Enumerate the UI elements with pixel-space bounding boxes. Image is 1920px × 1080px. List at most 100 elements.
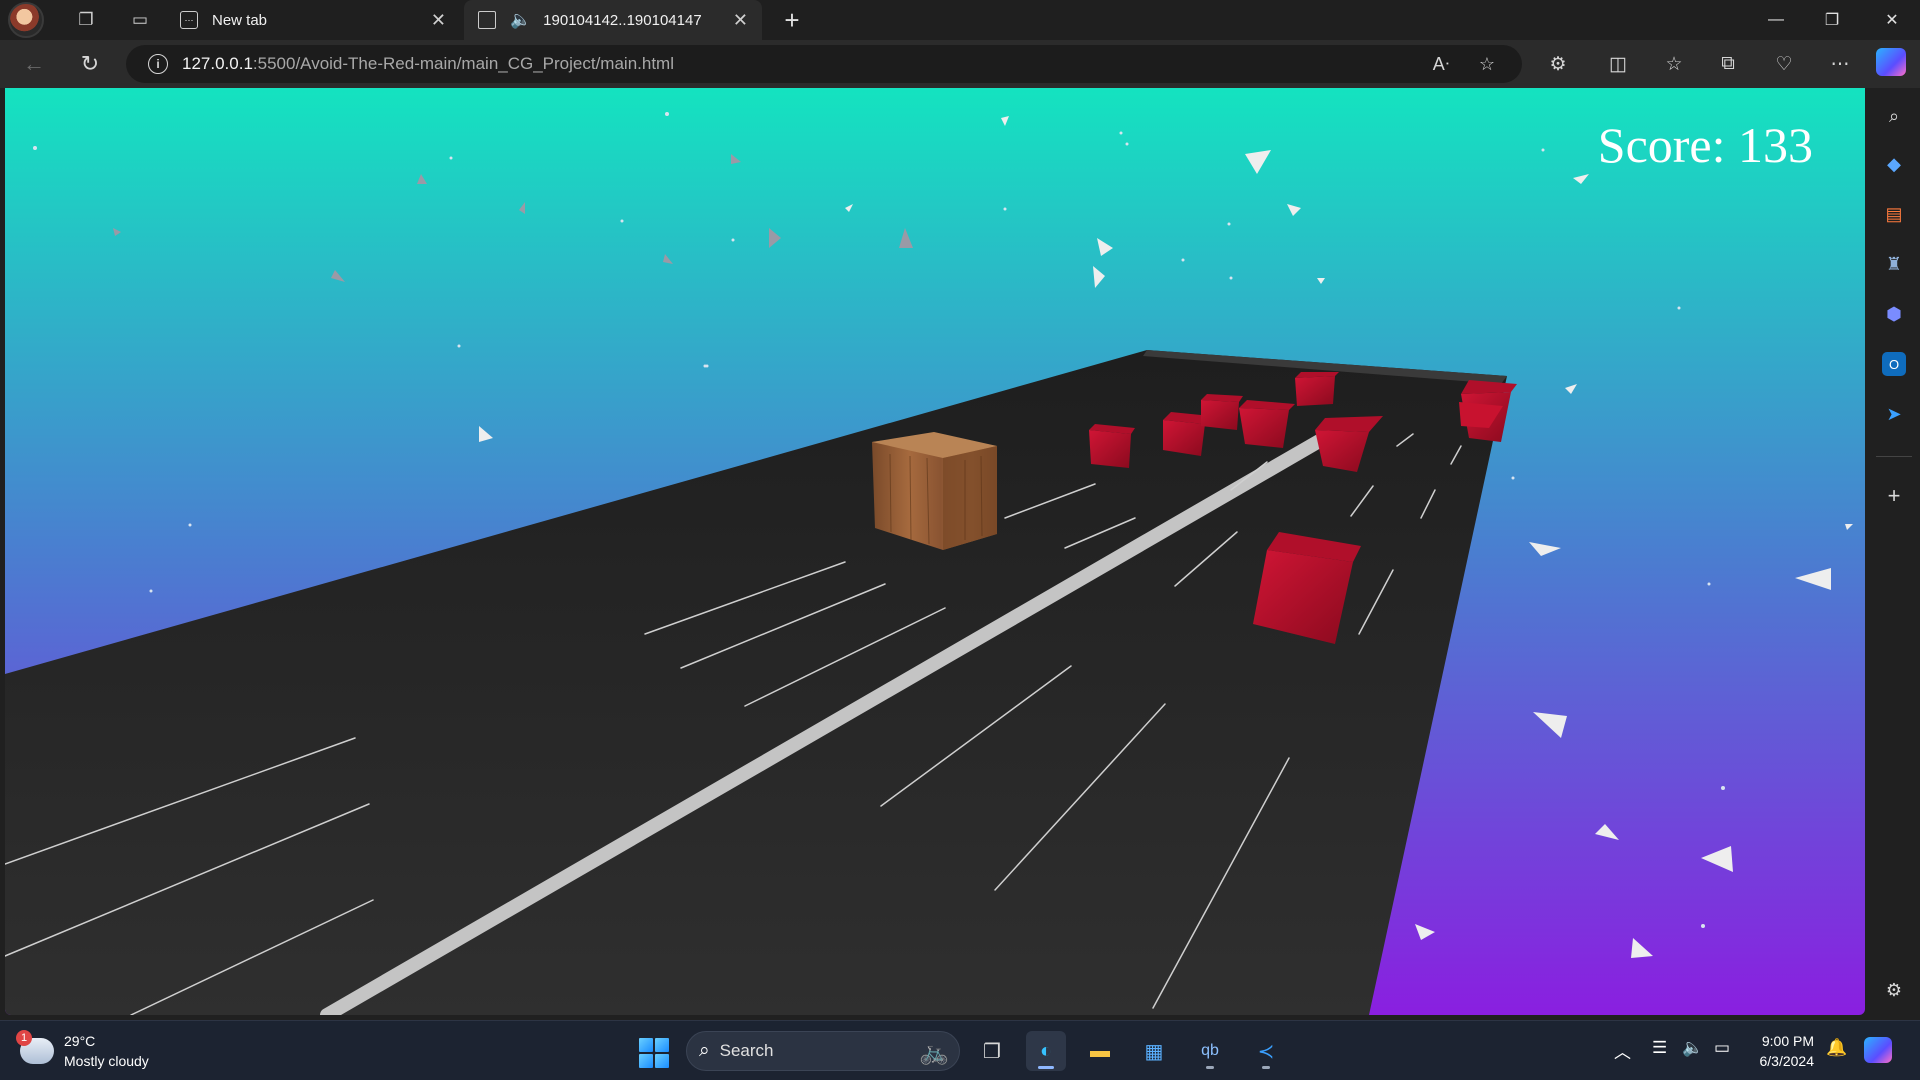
particle [1721,786,1725,790]
particle [449,156,453,160]
weather-temp: 29°C [64,1033,96,1049]
vscode-icon[interactable]: ≺ [1246,1031,1286,1071]
extensions-icon[interactable]: ⚙ [1540,48,1576,80]
split-screen-icon[interactable]: ◫ [1600,48,1636,80]
favorite-star-icon[interactable]: ☆ [1472,50,1502,78]
tag-icon[interactable]: ◆ [1882,152,1906,176]
back-button[interactable]: ← [16,48,52,80]
weather-widget[interactable]: 1 29°C Mostly cloudy [16,1030,149,1071]
particle [1229,276,1233,280]
more-menu-icon[interactable]: ⋯ [1822,48,1858,80]
particle [188,523,192,527]
bicycle-icon: 🚲 [919,1039,949,1066]
battery-icon[interactable]: ▭ [1714,1038,1730,1058]
copilot-icon[interactable] [1876,48,1906,76]
read-aloud-icon[interactable]: A͏ᐧ [1426,50,1456,78]
chess-icon[interactable]: ♜ [1882,252,1906,276]
favorites-icon[interactable]: ☆ [1656,48,1692,80]
new-tab-page-icon: ⋯ [180,11,198,29]
red-cube [1295,372,1339,406]
windows-logo-tile [655,1038,669,1052]
address-bar[interactable]: i 127.0.0.1:5500/Avoid-The-Red-main/main… [126,45,1522,83]
collections-icon[interactable]: ⧉ [1710,48,1746,80]
particle [457,344,461,348]
particle [1003,207,1007,211]
notification-badge: 1 [16,1030,32,1046]
particle [149,589,153,593]
send-icon[interactable]: ➤ [1882,402,1906,426]
minimize-button[interactable]: — [1748,0,1804,40]
close-tab-icon[interactable]: ✕ [733,10,748,31]
particle [1707,582,1711,586]
tab-game[interactable]: 🔈 190104142..190104147 ✕ [464,0,762,40]
microsoft-store-icon[interactable]: ▦ [1134,1031,1174,1071]
sidebar-divider [1876,456,1912,457]
red-cube [1201,394,1243,430]
red-cube [1089,424,1135,468]
edge-browser-icon[interactable]: ◐ [1026,1031,1066,1071]
outlook-icon[interactable]: O [1882,352,1906,376]
toolbox-icon[interactable]: ▤ [1882,202,1906,226]
start-button[interactable] [639,1038,669,1068]
copilot-icon[interactable]: ⬢ [1882,302,1906,326]
show-hidden-icons[interactable]: ︿ [1614,1038,1631,1063]
particle [1125,142,1129,146]
workspaces-icon[interactable]: ❐ [66,0,106,40]
restore-button[interactable]: ❐ [1804,0,1860,40]
browser-toolbar: ← ↻ i 127.0.0.1:5500/Avoid-The-Red-main/… [0,40,1920,88]
browser-essentials-icon[interactable]: ♡ [1766,48,1802,80]
particle [1181,258,1185,262]
url-path: :5500/Avoid-The-Red-main/main_CG_Project… [252,54,674,73]
particle [620,219,624,223]
particle [1119,131,1123,135]
particle [703,364,707,368]
tab-new-tab[interactable]: ⋯ New tab ✕ [166,0,460,40]
new-tab-button[interactable]: + [776,4,808,36]
windows-logo-tile [655,1054,669,1068]
file-explorer-icon[interactable]: ▬ [1080,1031,1120,1071]
audio-playing-icon[interactable]: 🔈 [510,10,531,30]
windows-taskbar: 1 29°C Mostly cloudy ⌕ Search 🚲 ❐ ◐ ▬ ▦ … [0,1020,1920,1080]
copilot-icon[interactable] [1864,1037,1892,1063]
site-info-icon[interactable]: i [148,54,168,74]
windows-logo-tile [639,1054,653,1068]
close-tab-icon[interactable]: ✕ [431,10,446,31]
url-host: 127.0.0.1 [182,54,253,73]
cloud-icon: 1 [16,1030,54,1064]
tab-strip: ❐ ▭ ⋯ New tab ✕ 🔈 190104142..190104147 ✕… [0,0,1920,40]
add-icon[interactable]: + [1882,483,1906,508]
particle [1227,222,1231,226]
vertical-tabs-icon[interactable]: ▭ [120,0,160,40]
wifi-icon[interactable]: ☰ [1652,1038,1667,1058]
search-icon: ⌕ [699,1040,710,1061]
notifications-icon[interactable]: 🔔 [1826,1038,1847,1058]
volume-icon[interactable]: 🔈 [1682,1038,1703,1058]
page-icon [478,11,496,29]
search-icon[interactable]: ⌕ [1882,104,1906,128]
task-view-icon[interactable]: ❐ [972,1031,1012,1071]
particle [1541,148,1545,152]
score-display: Score: 133 [1597,117,1813,173]
profile-avatar[interactable] [8,2,44,38]
game-canvas[interactable]: Score: 133 [5,88,1865,1015]
tab-title: New tab [212,11,268,29]
tab-title: 190104142..190104147 [543,11,702,29]
weather-desc: Mostly cloudy [64,1053,149,1069]
close-window-button[interactable]: ✕ [1864,0,1920,40]
edge-sidebar: ⌕ ◆ ▤ ♜ ⬢ O ➤ + ⚙ [1868,88,1920,1015]
taskbar-search[interactable]: ⌕ Search 🚲 [686,1031,960,1071]
particle [665,112,669,116]
refresh-button[interactable]: ↻ [72,48,108,80]
url-text[interactable]: 127.0.0.1:5500/Avoid-The-Red-main/main_C… [182,54,674,74]
qbittorrent-icon[interactable]: qb [1190,1031,1230,1071]
particle [1511,476,1515,480]
particle [731,238,735,242]
particle [33,146,37,150]
settings-icon[interactable]: ⚙ [1882,978,1906,1002]
particle [1677,306,1681,310]
player-wooden-cube [872,432,997,550]
clock-time: 9:00 PM [1761,1033,1814,1049]
weather-text: 29°C Mostly cloudy [64,1031,149,1071]
clock[interactable]: 9:00 PM 6/3/2024 [1754,1031,1815,1071]
search-label: Search [719,1041,774,1060]
